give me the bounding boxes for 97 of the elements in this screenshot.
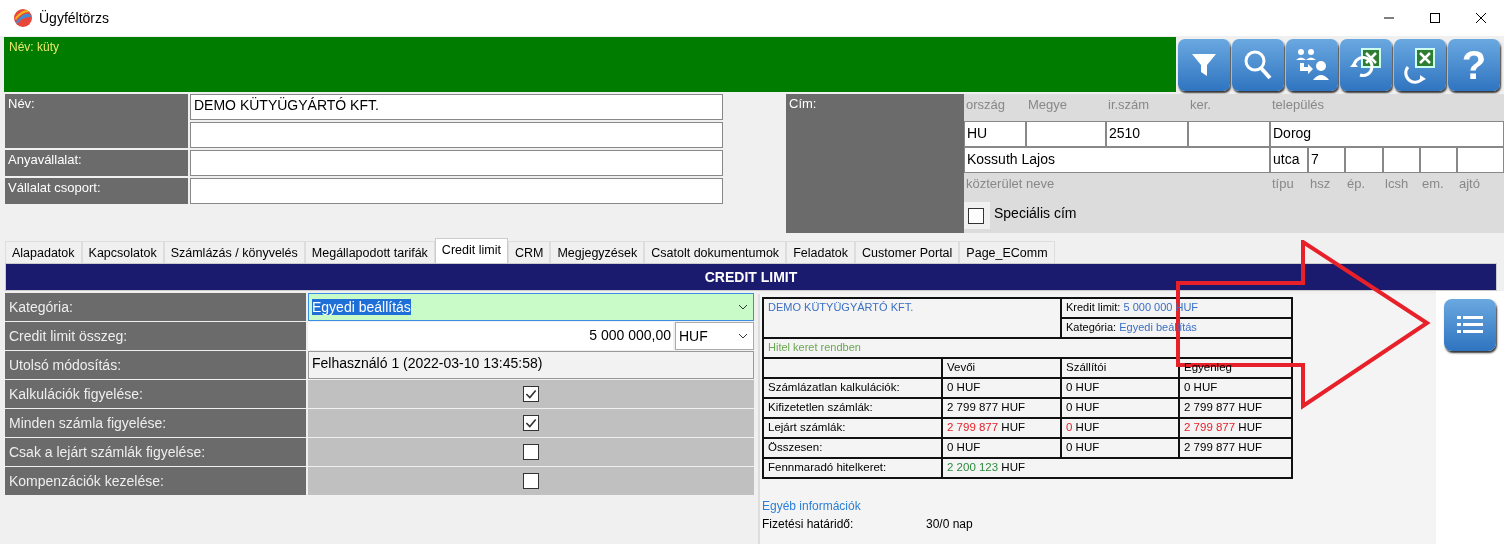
- input-field[interactable]: utca: [1270, 147, 1308, 173]
- input-field[interactable]: [1188, 121, 1270, 147]
- window-title: Ügyféltörzs: [39, 10, 110, 26]
- field-caption: em.: [1421, 175, 1445, 193]
- table-cell: 0 HUF: [1062, 399, 1178, 417]
- table-cell: 2 799 877 HUF: [943, 419, 1060, 437]
- tab[interactable]: Customer Portal: [855, 241, 960, 263]
- field-label: Anyavállalat:: [5, 150, 188, 176]
- table-cell: Fennmaradó hitelkeret:: [764, 459, 941, 477]
- app-logo-icon: [13, 8, 33, 28]
- field-label: Minden számla figyelése:: [5, 409, 306, 437]
- field-caption: ir.szám: [1107, 96, 1151, 114]
- field-caption: ország: [965, 96, 1007, 114]
- table-cell: 2 799 877 HUF: [1180, 399, 1291, 417]
- tab[interactable]: Csatolt dokumentumok: [644, 241, 787, 263]
- table-cell: 0 HUF: [1062, 439, 1178, 457]
- chevron-icon: [738, 333, 748, 339]
- field-caption: hsz: [1309, 175, 1332, 193]
- checkbox[interactable]: [523, 415, 539, 431]
- field-caption: Megye: [1027, 96, 1069, 114]
- category-dropdown[interactable]: Egyedi beállítás: [308, 293, 754, 321]
- field-label: Kalkulációk figyelése:: [5, 380, 306, 408]
- table-cell: 2 200 123 HUF: [943, 459, 1291, 477]
- table-cell: 0 HUF: [943, 379, 1060, 397]
- chevron-icon: [738, 304, 748, 310]
- input-field[interactable]: [190, 150, 723, 176]
- field-caption: közterület neve: [965, 175, 1056, 193]
- field-caption: ép.: [1346, 175, 1367, 193]
- tab[interactable]: Page_EComm: [959, 241, 1055, 263]
- input-field[interactable]: HU: [964, 121, 1026, 147]
- table-cell: 2 799 877 HUF: [1180, 439, 1291, 457]
- info-value: 30/0 nap: [926, 517, 973, 532]
- table-cell: Kifizetetlen számlák:: [764, 399, 941, 417]
- list-button[interactable]: [1444, 299, 1496, 351]
- section-title: Egyéb információk: [762, 499, 862, 514]
- input-field[interactable]: [1420, 147, 1457, 173]
- table-cell: 0 HUF: [1062, 379, 1178, 397]
- checkbox[interactable]: [523, 473, 539, 489]
- field-caption: lcsh: [1384, 175, 1410, 193]
- field-caption: típu: [1271, 175, 1295, 193]
- input-field[interactable]: [1457, 147, 1504, 173]
- column-header: Szállítói: [1062, 359, 1178, 377]
- field-caption: ker.: [1189, 96, 1212, 114]
- tab[interactable]: Megállapodott tarifák: [304, 241, 435, 263]
- amount-field[interactable]: 5 000 000,00: [308, 322, 673, 350]
- filter-button[interactable]: [1178, 39, 1230, 91]
- input-field[interactable]: [1026, 121, 1106, 147]
- field-label: Csak a lejárt számlák figyelése:: [5, 438, 306, 466]
- input-field[interactable]: [1383, 147, 1420, 173]
- table-cell: 2 799 877 HUF: [1180, 419, 1291, 437]
- tab[interactable]: Kapcsolatok: [81, 241, 164, 263]
- table-cell: 0 HUF: [943, 439, 1060, 457]
- field-label: Credit limit összeg:: [5, 322, 306, 350]
- checkbox[interactable]: [523, 386, 539, 402]
- table-cell: Számlázatlan kalkulációk:: [764, 379, 941, 397]
- input-field[interactable]: 2510: [1106, 121, 1188, 147]
- input-field[interactable]: [190, 178, 723, 204]
- field-caption: település: [1271, 96, 1326, 114]
- currency-dropdown[interactable]: HUF: [675, 322, 754, 350]
- input-field[interactable]: 7: [1308, 147, 1345, 173]
- export-button[interactable]: [1394, 39, 1446, 91]
- checkbox-label: Speciális cím: [990, 202, 1504, 229]
- field-label: Vállalat csoport:: [5, 178, 188, 204]
- tab[interactable]: Számlázás / könyvelés: [163, 241, 305, 263]
- table-cell: DEMO KÜTYÜGYÁRTÓ KFT.: [764, 299, 1060, 337]
- checkbox[interactable]: [523, 444, 539, 460]
- input-field[interactable]: [190, 122, 723, 148]
- section-title: CREDIT LIMIT: [704, 269, 798, 285]
- checkbox[interactable]: [968, 207, 984, 224]
- filter-text: Név: küty: [8, 39, 60, 56]
- address-label: Cím:: [786, 94, 964, 233]
- table-cell: 0 HUF: [1062, 419, 1178, 437]
- table-cell: Hitel keret rendben: [764, 339, 1291, 357]
- readonly-field: Felhasználó 1 (2022-03-10 13:45:58): [308, 351, 754, 379]
- input-field[interactable]: DEMO KÜTYÜGYÁRTÓ KFT.: [190, 94, 723, 120]
- tab[interactable]: Megjegyzések: [550, 241, 645, 263]
- column-header: Vevői: [943, 359, 1060, 377]
- tab[interactable]: Credit limit: [434, 238, 508, 263]
- field-caption: ajtó: [1458, 175, 1481, 193]
- table-cell: Lejárt számlák:: [764, 419, 941, 437]
- field-label: Kompenzációk kezelése:: [5, 467, 306, 495]
- table-cell: Összesen:: [764, 439, 941, 457]
- input-field[interactable]: Dorog: [1270, 121, 1504, 147]
- field-label: Kategória:: [5, 293, 306, 321]
- tab[interactable]: Feladatok: [786, 241, 856, 263]
- info-label: Fizetési határidő:: [762, 517, 855, 532]
- field-label: Név:: [5, 94, 188, 148]
- import-button[interactable]: [1340, 39, 1392, 91]
- tab[interactable]: Alapadatok: [5, 241, 82, 263]
- field-label: Utolsó módosítás:: [5, 351, 306, 379]
- tab[interactable]: CRM: [507, 241, 551, 263]
- search-button[interactable]: [1232, 39, 1284, 91]
- input-field[interactable]: Kossuth Lajos: [964, 147, 1270, 173]
- input-field[interactable]: [1345, 147, 1383, 173]
- table-cell: 2 799 877 HUF: [943, 399, 1060, 417]
- table-cell: 0 HUF: [1180, 379, 1291, 397]
- transfer-button[interactable]: [1286, 39, 1338, 91]
